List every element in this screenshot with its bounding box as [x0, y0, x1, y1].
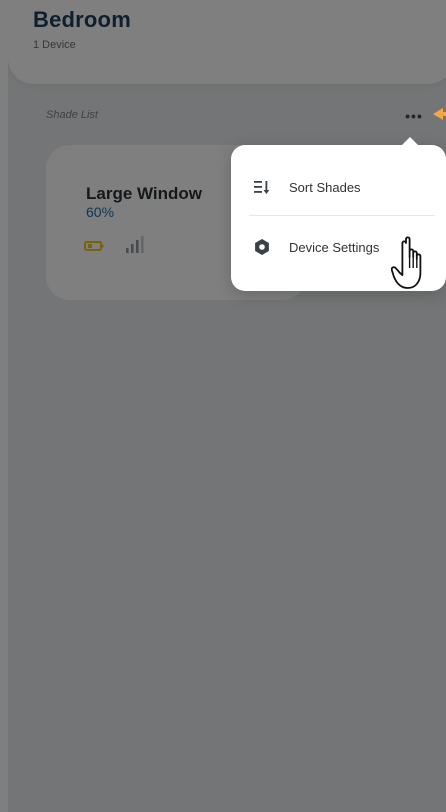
menu-item-label: Device Settings: [289, 239, 380, 255]
menu-item-sort-shades[interactable]: Sort Shades: [231, 163, 446, 211]
menu-divider: [249, 215, 435, 216]
settings-gear-icon: [253, 238, 271, 256]
popup-caret: [400, 137, 420, 147]
modal-dim-overlay[interactable]: [0, 0, 446, 812]
menu-item-label: Sort Shades: [289, 179, 361, 195]
pointer-hand-cursor-icon: [391, 236, 422, 289]
app-screen: Bedroom 1 Device Shade List ••• Large Wi…: [0, 0, 446, 812]
sort-icon: [253, 178, 271, 196]
highlight-arrow-icon: [433, 108, 446, 120]
